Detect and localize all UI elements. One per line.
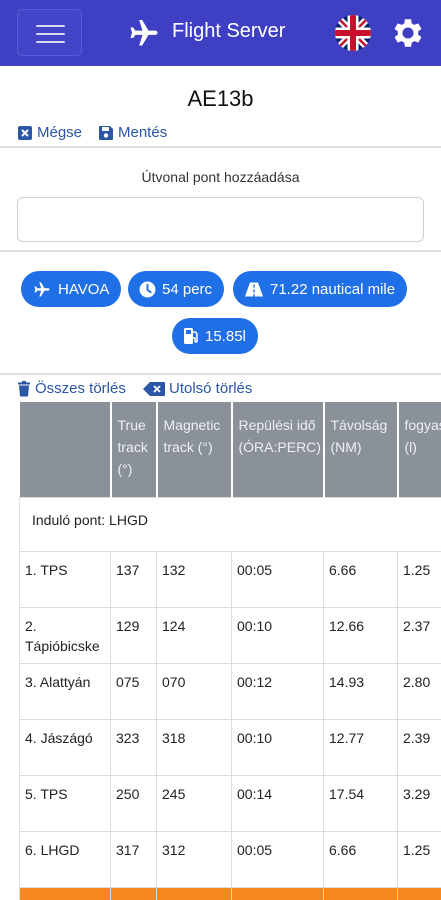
- flight-time-cell: 00:12: [231, 662, 324, 720]
- duration-label: 54 perc: [162, 280, 213, 298]
- duration-badge[interactable]: 54 perc: [128, 271, 225, 307]
- route-table-container[interactable]: True track (°) Magnetic track (°) Repülé…: [19, 402, 441, 900]
- save-label: Mentés: [118, 124, 168, 141]
- true-track-cell: 323: [110, 718, 157, 776]
- flight-time-cell: 00:10: [231, 606, 324, 664]
- divider: [0, 146, 441, 148]
- magnetic-track-cell: 312: [156, 830, 232, 888]
- consumption-cell: 2.80: [397, 662, 441, 720]
- fuel-pump-icon: [184, 328, 198, 344]
- magnetic-track-cell: 132: [156, 550, 232, 608]
- waypoint-cell: 6/a. LHDK: [19, 886, 111, 900]
- distance-cell: 6.66: [323, 550, 398, 608]
- consumption-cell: 1.25: [397, 830, 441, 888]
- table-row[interactable]: 4. Jászágó 323 318 00:10 12.77 2.39: [19, 718, 441, 776]
- fuel-badge[interactable]: 15.85l: [172, 318, 258, 354]
- cancel-label: Mégse: [37, 124, 83, 141]
- flight-time-cell: 00:06: [231, 886, 324, 900]
- table-row[interactable]: 2. Tápióbicske 129 124 00:10 12.66 2.37: [19, 606, 441, 664]
- column-header-waypoint: [19, 402, 112, 497]
- true-track-cell: 129: [110, 606, 157, 664]
- magnetic-track-cell: 245: [156, 774, 232, 832]
- airplane-icon: [130, 20, 158, 46]
- waypoint-cell: 3. Alattyán: [19, 662, 111, 720]
- magnetic-track-cell: 318: [156, 718, 232, 776]
- table-row[interactable]: 3. Alattyán 075 070 00:12 14.93 2.80: [19, 662, 441, 720]
- aircraft-label: HAVOA: [58, 280, 110, 298]
- flight-time-cell: 00:05: [231, 830, 324, 888]
- divider: [0, 373, 441, 375]
- distance-cell: 14.93: [323, 662, 398, 720]
- flight-time-cell: 00:10: [231, 718, 324, 776]
- clock-icon: [139, 281, 156, 297]
- top-app-bar: Flight Server: [0, 0, 441, 66]
- trash-icon: [18, 380, 30, 396]
- column-header-magnetic-track: Magnetic track (°): [156, 402, 233, 497]
- table-row[interactable]: 5. TPS 250 245 00:14 17.54 3.29: [19, 774, 441, 832]
- column-header-flight-time: Repülési idő (ÓRA:PERC): [231, 402, 325, 497]
- true-track-cell: 075: [110, 662, 157, 720]
- waypoint-cell: 1. TPS: [19, 550, 111, 608]
- waypoint-label: Útvonal pont hozzáadása: [141, 169, 300, 185]
- fuel-label: 15.85l: [205, 327, 246, 345]
- delete-last-label: Utolsó törlés: [169, 380, 253, 397]
- close-box-icon: [18, 125, 32, 140]
- true-track-cell: 317: [110, 830, 157, 888]
- save-button[interactable]: Mentés: [98, 124, 167, 141]
- magnetic-track-cell: 070: [156, 662, 232, 720]
- distance-cell: 12.77: [323, 718, 398, 776]
- delete-all-button[interactable]: Összes törlés: [17, 380, 126, 397]
- cancel-button[interactable]: Mégse: [17, 124, 82, 141]
- table-row-highlighted[interactable]: 6/a. LHDK 200 285 00:06 7.82 1.47: [19, 886, 441, 900]
- flight-time-cell: 00:14: [231, 774, 324, 832]
- consumption-cell: 1.25: [397, 550, 441, 608]
- delete-all-label: Összes törlés: [35, 380, 126, 397]
- distance-cell: 17.54: [323, 774, 398, 832]
- distance-cell: 12.66: [323, 606, 398, 664]
- magnetic-track-cell: 285: [156, 886, 232, 900]
- flight-time-cell: 00:05: [231, 550, 324, 608]
- column-header-consumption: fogyasztás (l): [397, 402, 441, 497]
- waypoint-input[interactable]: [17, 197, 424, 242]
- gear-icon[interactable]: [389, 14, 427, 52]
- true-track-cell: 250: [110, 774, 157, 832]
- app-title: Flight Server: [172, 20, 286, 42]
- table-header-row: True track (°) Magnetic track (°) Repülé…: [19, 402, 441, 497]
- start-point-cell: Induló pont: LHGD: [19, 496, 441, 552]
- distance-label: 71.22 nautical mile: [270, 280, 396, 298]
- magnetic-track-cell: 124: [156, 606, 232, 664]
- delete-last-button[interactable]: Utolsó törlés: [143, 380, 252, 397]
- true-track-cell: 137: [110, 550, 157, 608]
- waypoint-cell: 2. Tápióbicske: [19, 606, 111, 664]
- true-track-cell: 200: [110, 886, 157, 900]
- consumption-cell: 2.37: [397, 606, 441, 664]
- distance-cell: 6.66: [323, 830, 398, 888]
- consumption-cell: 1.47: [397, 886, 441, 900]
- distance-badge[interactable]: 71.22 nautical mile: [233, 271, 408, 307]
- table-row[interactable]: 1. TPS 137 132 00:05 6.66 1.25: [19, 550, 441, 608]
- divider: [0, 250, 441, 252]
- waypoint-cell: 5. TPS: [19, 774, 111, 832]
- distance-cell: 7.82: [323, 886, 398, 900]
- aircraft-badge[interactable]: HAVOA: [21, 271, 122, 307]
- waypoint-cell: 6. LHGD: [19, 830, 111, 888]
- save-icon: [99, 125, 113, 140]
- waypoint-cell: 4. Jászágó: [19, 718, 111, 776]
- column-header-distance: Távolság (NM): [323, 402, 399, 497]
- route-table: True track (°) Magnetic track (°) Repülé…: [19, 402, 441, 900]
- road-icon: [245, 282, 263, 296]
- uk-flag-icon[interactable]: [335, 15, 371, 51]
- hamburger-menu-icon[interactable]: [17, 9, 82, 56]
- backspace-icon: [143, 381, 165, 396]
- column-header-true-track: True track (°): [110, 402, 158, 497]
- page-title: AE13b: [187, 86, 254, 111]
- airplane-icon: [34, 282, 50, 297]
- consumption-cell: 3.29: [397, 774, 441, 832]
- table-row[interactable]: 6. LHGD 317 312 00:05 6.66 1.25: [19, 830, 441, 888]
- consumption-cell: 2.39: [397, 718, 441, 776]
- start-point-row: Induló pont: LHGD: [19, 496, 441, 552]
